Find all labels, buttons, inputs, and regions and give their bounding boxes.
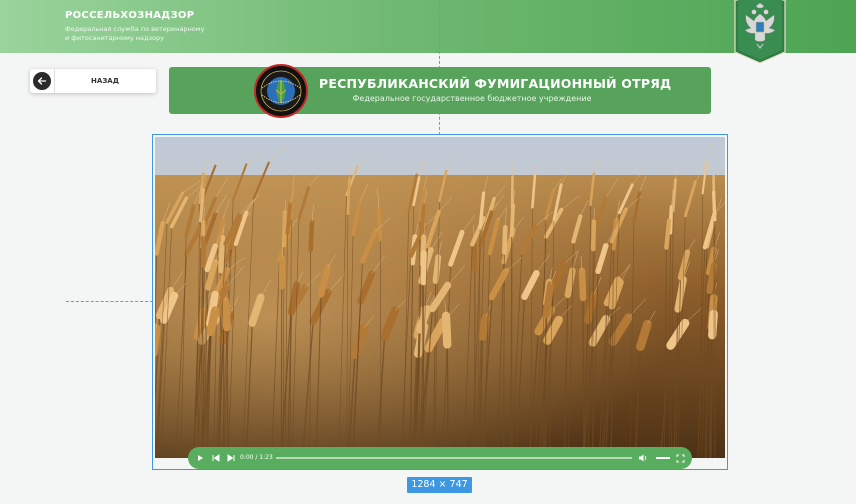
volume-icon[interactable] bbox=[636, 447, 650, 469]
brand-subtitle-line1: Федеральная служба по ветеринарному bbox=[65, 25, 205, 33]
brand-subtitle: Федеральная служба по ветеринарному и фи… bbox=[65, 25, 204, 43]
site-header: РОССЕЛЬХОЗНАДЗОР Федеральная служба по в… bbox=[0, 0, 856, 53]
video-controls-bar[interactable]: 0:00 / 1:23 bbox=[188, 447, 692, 469]
brand-subtitle-line2: и фитосанитарному надзору bbox=[65, 34, 164, 42]
arrow-left-icon[interactable] bbox=[33, 72, 51, 90]
back-button[interactable]: НАЗАД bbox=[30, 69, 156, 93]
video-player[interactable] bbox=[155, 137, 725, 458]
play-icon[interactable] bbox=[194, 447, 206, 469]
banner-subtitle: Федеральное государственное бюджетное уч… bbox=[352, 94, 592, 103]
dimension-badge: 1284 × 747 bbox=[407, 477, 472, 493]
video-progress-track[interactable] bbox=[276, 457, 632, 459]
volume-slider[interactable] bbox=[656, 457, 670, 459]
skip-back-icon[interactable] bbox=[210, 447, 222, 469]
organization-banner: РЕСПУБЛИКАНСКИЙ ФУМИГАЦИОННЫЙ ОТРЯД Феде… bbox=[169, 64, 711, 118]
back-button-label: НАЗАД bbox=[91, 77, 119, 85]
skip-forward-icon[interactable] bbox=[225, 447, 237, 469]
wheat-field-video-frame[interactable] bbox=[155, 137, 725, 458]
brand-title[interactable]: РОССЕЛЬХОЗНАДЗОР bbox=[65, 10, 194, 21]
fullscreen-icon[interactable] bbox=[673, 447, 687, 469]
alignment-guide-horizontal bbox=[66, 301, 153, 302]
video-time-display: 0:00 / 1:23 bbox=[240, 454, 273, 461]
banner-title: РЕСПУБЛИКАНСКИЙ ФУМИГАЦИОННЫЙ ОТРЯД bbox=[319, 76, 672, 91]
double-headed-eagle-emblem-icon[interactable] bbox=[733, 0, 787, 64]
fumigation-squad-logo-icon bbox=[254, 64, 308, 118]
